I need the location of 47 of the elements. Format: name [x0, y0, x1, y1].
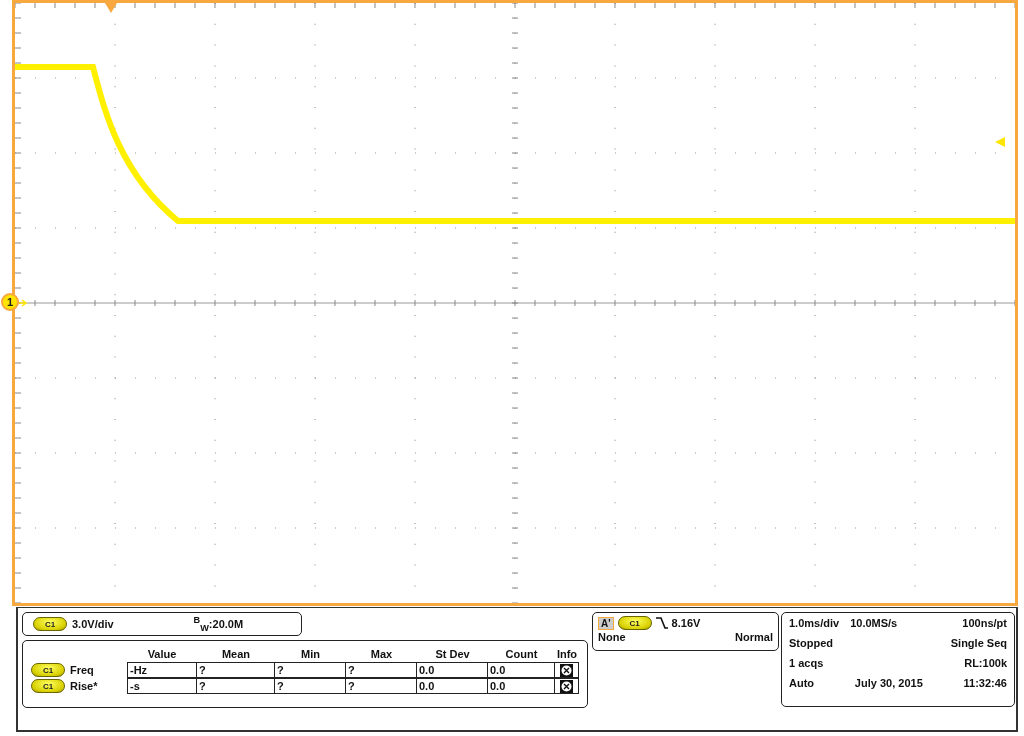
acquisition-info: 1.0ms/div [789, 617, 840, 629]
table-cell: ? [275, 662, 346, 678]
trigger-position-icon [105, 3, 117, 13]
table-cell: ? [346, 678, 417, 694]
trigger-coupling: None [598, 631, 626, 643]
acquisition-info: 1 acqs [789, 657, 824, 669]
column-header: Value [146, 648, 178, 660]
column-header: Count [504, 648, 539, 660]
falling-edge-icon [655, 617, 668, 629]
info-icon[interactable] [560, 679, 573, 693]
column-header: Info [555, 648, 579, 660]
trigger-level-icon [995, 137, 1005, 147]
table-cell: -s [127, 678, 197, 694]
info-icon[interactable] [560, 663, 573, 677]
table-cell: 0.0 [488, 662, 555, 678]
trigger-source: A' [598, 616, 614, 630]
acquisition-info: 100ns/pt [962, 617, 1007, 629]
channel-badge[interactable]: C1 [31, 679, 65, 693]
table-cell: ? [197, 662, 275, 678]
table-cell: ? [197, 678, 275, 694]
acquisition-info: Stopped [789, 637, 833, 649]
table-cell: 0.0 [488, 678, 555, 694]
acquisition-info: Auto [789, 677, 815, 689]
table-cell: 0.0 [417, 662, 488, 678]
channel-marker: 1 [1, 293, 19, 311]
acquisition-info: RL:100k [964, 657, 1007, 669]
table-cell: ? [346, 662, 417, 678]
acquisition-info: July 30, 2015 [854, 677, 923, 689]
table-cell: ? [275, 678, 346, 694]
column-header: Max [369, 648, 394, 660]
channel-badge[interactable]: C1 [33, 617, 67, 631]
acquisition-info: 11:32:46 [963, 677, 1007, 689]
column-header: Mean [220, 648, 252, 660]
channel-badge[interactable]: C1 [31, 663, 65, 677]
channel-badge[interactable]: C1 [617, 616, 652, 630]
table-cell: -Hz [127, 662, 197, 678]
acquisition-info: 10.0MS/s [850, 617, 898, 629]
measurement-name: Freq [70, 664, 94, 676]
column-header: Min [300, 648, 321, 660]
measurement-name: Rise* [70, 680, 98, 692]
vertical-scale: 3.0V/div [72, 618, 114, 630]
column-header: St Dev [434, 648, 471, 660]
trigger-mode: Normal [735, 631, 773, 643]
arrow-icon [18, 299, 28, 307]
table-cell: 0.0 [417, 678, 488, 694]
acquisition-info: Single Seq [950, 637, 1007, 649]
trigger-level: 8.16V [671, 617, 701, 629]
